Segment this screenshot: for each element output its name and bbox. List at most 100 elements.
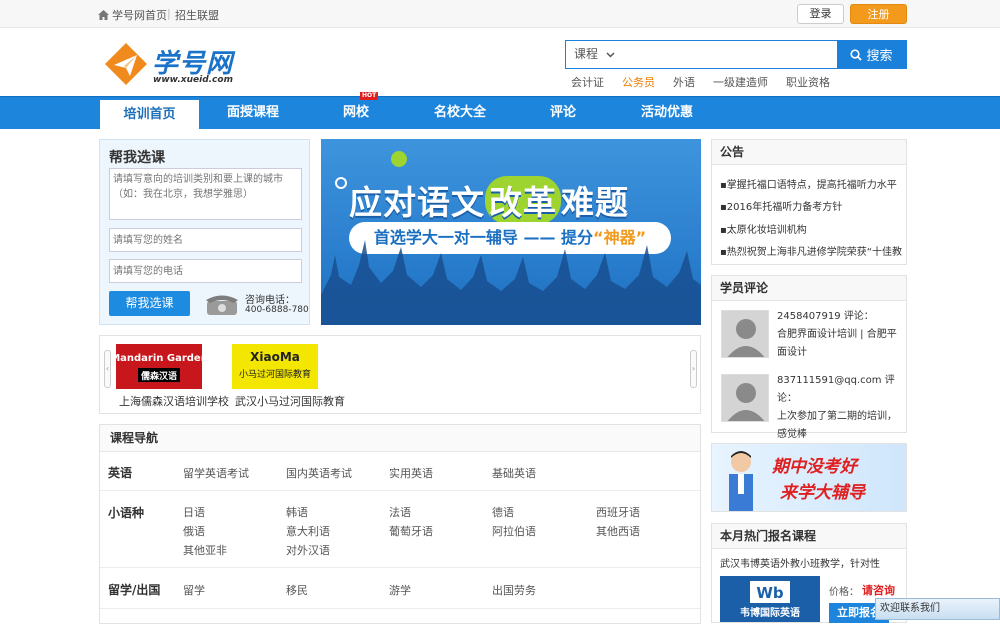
category-link[interactable]: 德语 [492,504,514,520]
register-button[interactable]: 注册 [850,4,907,24]
category-link[interactable]: 实用英语 [389,465,433,481]
recruit-link[interactable]: 招生联盟 [175,7,219,23]
category-link[interactable]: 俄语 [183,523,205,539]
phone-field[interactable] [109,259,302,283]
top-bar: 学号网首页 | 招生联盟 登录 注册 [0,0,1000,28]
reviews-title: 学员评论 [712,276,906,301]
notice-link[interactable]: ▪掌握托福口语特点，提高托福听力水平 [720,176,906,191]
contact-chat-bar[interactable]: 欢迎联系我们 [875,598,1000,620]
category-link[interactable]: 留学 [183,582,205,598]
home-link[interactable]: 学号网首页 [98,7,167,23]
logo-lettering: Mandarin Garden [116,353,202,364]
user-silhouette-icon [722,311,768,357]
school-logo-mandarin-garden[interactable]: Mandarin Garden 儒森汉语 [116,344,202,389]
carousel-next-button[interactable]: › [690,350,697,388]
reviews-panel: 学员评论 2458407919 评论： 合肥界面设计培训 | 合肥平面设计 83… [711,275,907,440]
avatar [721,310,769,358]
nav-item-home[interactable]: 培训首页 [100,97,199,129]
home-icon [98,10,109,20]
notice-title: 公告 [712,140,906,165]
user-silhouette-icon [722,375,768,421]
school-name[interactable]: 武汉小马过河国际教育 [235,393,345,409]
nav-item-reviews[interactable]: 评论 [530,97,596,129]
form-title: 帮我选课 [109,150,165,166]
review-text[interactable]: 合肥界面设计培训 | 合肥平面设计 [777,329,897,358]
logo-lettering: 儒森汉语 [140,370,177,382]
consult-number: 400-6888-780 [245,305,309,315]
nav-item-online-school[interactable]: 网校 [320,97,392,129]
price-value: 请咨询 [862,584,895,597]
category-link[interactable]: 移民 [286,582,308,598]
ad-line: 来学大辅导 [780,483,865,503]
notice-link[interactable]: ▪2016年托福听力备考方针 [720,198,906,213]
nav-item-schools[interactable]: 名校大全 [420,97,500,129]
notice-link-text: 掌握托福口语特点，提高托福听力水平 [726,180,897,191]
consult-label: 咨询电话： [245,295,295,306]
notice-panel: 公告 ▪掌握托福口语特点，提高托福听力水平 ▪2016年托福听力备考方针 ▪太原… [711,139,907,265]
logo-lettering: XiaoMa [250,350,300,364]
notice-link[interactable]: ▪热烈祝贺上海非凡进修学院荣获“十佳教 [720,243,906,258]
course-nav-title: 课程导航 [100,425,700,452]
category-link[interactable]: 其他西语 [596,523,640,539]
category-title[interactable]: 留学/出国 [108,581,160,598]
promo-banner[interactable]: 应对语文 改革 难题 首选学大一对一辅导 —— 提分“神器” [321,139,701,325]
divider: | [167,7,171,20]
category-link[interactable]: 意大利语 [286,523,330,539]
search-input[interactable] [624,41,837,68]
hotword-link[interactable]: 公务员 [622,74,655,90]
main-nav: 培训首页 面授课程 网校 名校大全 评论 活动优惠 [0,96,1000,129]
telephone-icon [206,295,238,315]
svg-text:Wb: Wb [756,584,784,602]
logo-url: www.xueid.com [153,75,233,85]
category-row: 留学/出国 留学 移民 游学 出国劳务 [100,569,700,609]
category-link[interactable]: 西班牙语 [596,504,640,520]
review-entry: 2458407919 评论： 合肥界面设计培训 | 合肥平面设计 [777,308,902,362]
review-text[interactable]: 上次参加了第二期的培训，感觉棒 [777,411,897,440]
school-logo-xiaoma[interactable]: XiaoMa 小马过河国际教育 [232,344,318,389]
hot-course-link[interactable]: 武汉韦博英语外教小班教学，针对性 [720,555,880,570]
search-icon [850,48,863,61]
logo-lettering: 小马过河国际教育 [239,368,311,380]
category-title[interactable]: 小语种 [108,504,144,521]
category-link[interactable]: 国内英语考试 [286,465,352,481]
search-bar: 课程 搜索 [565,40,907,69]
category-link[interactable]: 出国劳务 [492,582,536,598]
intent-textarea[interactable] [109,168,302,220]
reviewer-name[interactable]: 837111591@qq.com [777,375,882,386]
hot-badge: HOT [360,92,379,100]
category-link[interactable]: 游学 [389,582,411,598]
name-field[interactable] [109,228,302,252]
category-link[interactable]: 其他亚非 [183,542,227,558]
category-title[interactable]: 英语 [108,464,132,481]
price-label: 价格： [829,587,859,598]
category-link[interactable]: 日语 [183,504,205,520]
category-link[interactable]: 阿拉伯语 [492,523,536,539]
reviewer-name[interactable]: 2458407919 [777,311,841,322]
search-category-select[interactable]: 课程 [566,41,624,68]
notice-link-text: 热烈祝贺上海非凡进修学院荣获“十佳教 [726,247,902,258]
category-link[interactable]: 对外汉语 [286,542,330,558]
search-button[interactable]: 搜索 [837,41,906,68]
submit-button[interactable]: 帮我选课 [109,291,190,316]
nav-item-promotions[interactable]: 活动优惠 [627,97,707,129]
school-name[interactable]: 上海儒森汉语培训学校 [119,393,229,409]
hotword-link[interactable]: 一级建造师 [713,74,768,90]
hotword-link[interactable]: 会计证 [571,74,604,90]
promo-ad[interactable]: 期中没考好 来学大辅导 [711,443,907,512]
logo-icon[interactable] [104,42,148,86]
logo-lettering: 韦博国际英语 [740,606,800,619]
category-link[interactable]: 韩语 [286,504,308,520]
hot-courses-title: 本月热门报名课程 [712,524,906,549]
carousel-prev-button[interactable]: ‹ [104,350,111,388]
category-link[interactable]: 基础英语 [492,465,536,481]
hotword-link[interactable]: 外语 [673,74,695,90]
notice-link[interactable]: ▪太原化妆培训机构 [720,221,906,236]
category-link[interactable]: 法语 [389,504,411,520]
category-link[interactable]: 葡萄牙语 [389,523,433,539]
course-navigation: 课程导航 英语 留学英语考试 国内英语考试 实用英语 基础英语 小语种 日语 韩… [99,424,701,624]
category-link[interactable]: 留学英语考试 [183,465,249,481]
nav-item-courses[interactable]: 面授课程 [213,97,293,129]
hotword-link[interactable]: 职业资格 [786,74,830,90]
school-logo-webi[interactable]: Wb 韦博国际英语 [720,576,820,622]
login-button[interactable]: 登录 [797,4,844,24]
